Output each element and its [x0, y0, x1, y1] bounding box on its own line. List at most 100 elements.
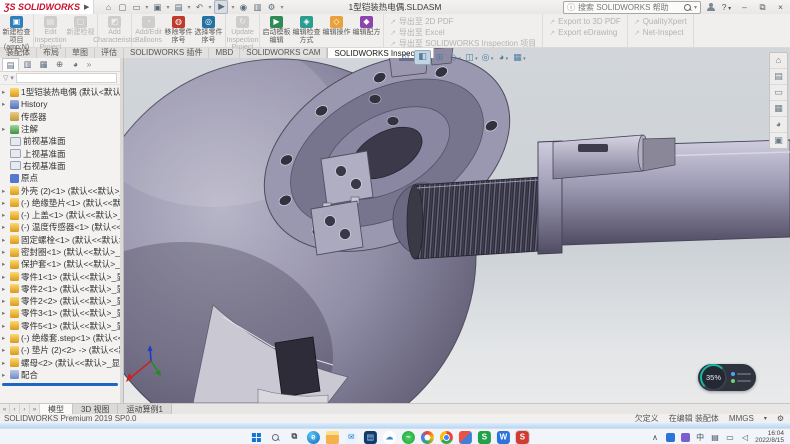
graphics-viewport[interactable]: ⊡◧⊞◇ ▾◫ ▾◎ ▾◕ ▾▦ ▾ ⌂▤▭▦◕▣ 35%	[123, 47, 790, 403]
tray-shield-icon[interactable]	[680, 432, 690, 443]
help-button[interactable]: ? ▾	[720, 2, 733, 12]
panel-more-chevron[interactable]: »	[84, 58, 94, 71]
undo-icon[interactable]: ↶	[193, 1, 205, 13]
file-explorer-icon[interactable]: ▭	[770, 85, 787, 101]
tree-item-row-15[interactable]: ▸零件1<1> (默认<<默认>_显示状态	[0, 270, 120, 282]
save-icon[interactable]: ▣	[151, 1, 163, 13]
filter-input[interactable]	[16, 73, 117, 83]
ribbon-button[interactable]: ◍移除零件序号	[164, 15, 193, 46]
display-style-icon[interactable]: ◫ ▾	[464, 51, 479, 64]
tree-item-row-12[interactable]: ▸固定螺栓<1> (默认<<默认>_显示	[0, 234, 120, 246]
tree-item-row-6[interactable]: 右视基准面	[0, 160, 120, 172]
tree-expand-arrow[interactable]: ▸	[2, 248, 8, 256]
tree-item-row-17[interactable]: ▸零件2<2> (默认<<默认>_显示状态	[0, 295, 120, 307]
ribbon-button[interactable]: ◆编辑配方	[352, 15, 381, 46]
tree-item-row-10[interactable]: ▸(-) 上盖<1> (默认<<默认>_显示状	[0, 209, 120, 221]
tree-expand-arrow[interactable]: ▸	[2, 125, 8, 133]
tree-expand-arrow[interactable]: ▸	[2, 236, 8, 244]
view-orientation-icon-caret[interactable]: ▾	[457, 56, 461, 62]
edit-appearance-icon-caret[interactable]: ▾	[504, 56, 508, 62]
filter-caret-icon[interactable]: ▾	[10, 74, 14, 82]
tree-expand-arrow[interactable]: ▸	[2, 297, 8, 305]
ribbon-tab-5[interactable]: SOLIDWORKS 插件	[124, 47, 209, 58]
options-gear-icon-caret[interactable]: ▾	[281, 4, 284, 11]
tree-expand-arrow[interactable]: ▸	[2, 88, 8, 96]
view-palette-icon[interactable]: ▦	[770, 101, 787, 117]
zoom-fit-icon[interactable]: ⊡	[398, 51, 413, 64]
task-view-button[interactable]: ⧉	[288, 431, 301, 444]
tree-item-row-11[interactable]: ▸(-) 温度传感器<1> (默认<<默认>_	[0, 221, 120, 233]
tree-item-row-8[interactable]: ▸外壳 (2)<1> (默认<<默认>_显示状	[0, 184, 120, 196]
hide-show-items-icon-caret[interactable]: ▾	[489, 56, 493, 62]
tree-expand-arrow[interactable]: ▸	[2, 199, 8, 207]
save-icon-caret[interactable]: ▾	[166, 4, 169, 11]
minimize-button[interactable]: –	[738, 2, 751, 12]
close-button[interactable]: ×	[774, 2, 787, 12]
select-cursor-icon-caret[interactable]: ▾	[231, 4, 234, 11]
tree-item-row-16[interactable]: ▸零件2<1> (默认<<默认>_显示状态	[0, 283, 120, 295]
start-button[interactable]	[250, 431, 263, 444]
propertymanager-tab[interactable]: ▥	[20, 58, 35, 71]
chrome-icon[interactable]	[440, 431, 453, 444]
tree-expand-arrow[interactable]: ▸	[2, 359, 8, 367]
volume-icon[interactable]: ◁	[740, 432, 750, 443]
select-cursor-icon[interactable]: ▶	[214, 0, 228, 14]
edge-browser-icon[interactable]: e	[307, 431, 320, 444]
solidworks-app-icon[interactable]: S	[516, 431, 529, 444]
tree-expand-arrow[interactable]: ▸	[2, 211, 8, 219]
ribbon-button[interactable]: ◇编辑操作	[322, 15, 351, 46]
tree-expand-arrow[interactable]: ▸	[2, 322, 8, 330]
tree-expand-arrow[interactable]: ▸	[2, 309, 8, 317]
hide-show-items-icon[interactable]: ◎ ▾	[480, 51, 495, 64]
app-w-icon[interactable]: W	[497, 431, 510, 444]
rollback-bar[interactable]	[2, 383, 118, 386]
tree-item-row-3[interactable]: ▸注解	[0, 123, 120, 135]
tree-expand-arrow[interactable]: ▸	[2, 285, 8, 293]
touch-keyboard-icon[interactable]: ▤	[710, 432, 720, 443]
store-icon[interactable]: ▤	[364, 431, 377, 444]
tray-blue-app-icon[interactable]	[665, 432, 675, 443]
ribbon-tab-3[interactable]: 草图	[66, 47, 95, 58]
tree-item-row-22[interactable]: ▸螺母<2> (默认<<默认>_显示状态	[0, 357, 120, 369]
units-caret-icon[interactable]: ▾	[764, 415, 767, 422]
app-s-icon[interactable]: S	[478, 431, 491, 444]
tree-expand-arrow[interactable]: ▸	[2, 346, 8, 354]
resources-home-icon[interactable]: ⌂	[770, 53, 787, 69]
filter-funnel-icon[interactable]: ▽	[3, 74, 8, 82]
zoom-indicator-widget[interactable]: 35%	[698, 364, 756, 391]
view-orientation-icon[interactable]: ◇ ▾	[448, 51, 463, 64]
options-gear-icon[interactable]: ⚙	[266, 1, 278, 13]
home-icon[interactable]: ⌂	[102, 1, 114, 13]
display-style-icon-caret[interactable]: ▾	[474, 56, 478, 62]
new-document-icon[interactable]: ▢	[116, 1, 128, 13]
tree-item-row-2[interactable]: 传感器	[0, 111, 120, 123]
browser-wheel-icon[interactable]	[421, 431, 434, 444]
tree-item-row-21[interactable]: ▸(-) 垫片 (2)<2> -> (默认<<默认>	[0, 344, 120, 356]
appearances-icon[interactable]: ◕	[770, 117, 787, 133]
tree-item-row-14[interactable]: ▸保护套<1> (默认<<默认>_显示状	[0, 258, 120, 270]
tree-item-row-13[interactable]: ▸密封圈<1> (默认<<默认>_显示状	[0, 246, 120, 258]
tree-item-row-18[interactable]: ▸零件3<1> (默认<<默认>_显示状态	[0, 307, 120, 319]
login-user-icon[interactable]	[706, 3, 715, 12]
ribbon-button[interactable]: ◈编辑检查方式	[292, 15, 321, 46]
featuremanager-tree-tab[interactable]: ▤	[2, 58, 19, 71]
model-terminal-block-1[interactable]	[321, 151, 373, 205]
tree-item-row-9[interactable]: ▸(-) 绝缘垫片<1> (默认<<默认>_显	[0, 197, 120, 209]
tree-expand-arrow[interactable]: ▸	[2, 273, 8, 281]
zoom-area-icon[interactable]: ⊞	[432, 51, 447, 64]
file-explorer-icon[interactable]	[326, 431, 339, 444]
tree-expand-arrow[interactable]: ▸	[2, 223, 8, 231]
tree-item-row-1[interactable]: ▸History	[0, 98, 120, 110]
tree-expand-arrow[interactable]: ▸	[2, 260, 8, 268]
status-item-3[interactable]: MMGS	[729, 414, 754, 423]
section-view-icon[interactable]: ◧	[414, 50, 431, 65]
search-button[interactable]	[269, 431, 282, 444]
status-options-icon[interactable]: ⚙	[777, 414, 784, 423]
open-icon-caret[interactable]: ▾	[145, 4, 148, 11]
mail-icon[interactable]: ✉	[345, 431, 358, 444]
solidworks-logo[interactable]: ƷS SOLIDWORKS ▶	[0, 0, 94, 14]
evaluate-icon[interactable]: ▥	[252, 1, 264, 13]
ribbon-button[interactable]: ◎选择零件序号	[194, 15, 223, 46]
tree-expand-arrow[interactable]: ▸	[2, 334, 8, 342]
design-library-icon[interactable]: ▤	[770, 69, 787, 85]
